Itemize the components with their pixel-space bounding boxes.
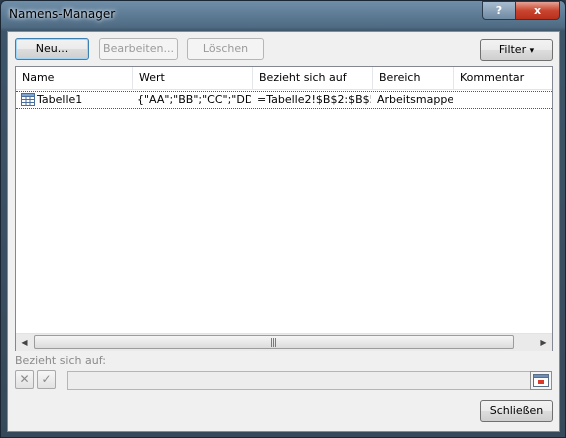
dialog-window: Namens-Manager ? x Neu... Bearbeiten... …	[0, 0, 566, 438]
close-button[interactable]: Schließen	[480, 400, 553, 422]
refers-to-input[interactable]	[67, 371, 531, 390]
row-name: Tabelle1	[37, 93, 83, 106]
refers-to-label: Bezieht sich auf:	[15, 354, 106, 367]
column-header-comment[interactable]: Kommentar	[454, 67, 552, 89]
row-refers-to: =Tabelle2!$B$2:$B$5	[257, 93, 371, 106]
table-icon	[21, 93, 35, 106]
scrollbar-thumb[interactable]: |||	[34, 335, 514, 349]
scroll-right-icon[interactable]: ▶	[535, 334, 552, 351]
column-header-name[interactable]: Name	[16, 67, 133, 89]
range-select-icon	[533, 374, 549, 390]
row-comment	[458, 92, 550, 108]
list-header: Name Wert Bezieht sich auf Bereich Komme…	[16, 67, 552, 90]
column-header-scope[interactable]: Bereich	[373, 67, 454, 89]
confirm-edit-button[interactable]: ✓	[37, 370, 56, 389]
close-icon: ✕	[19, 372, 30, 386]
cancel-edit-button[interactable]: ✕	[15, 370, 34, 389]
checkmark-icon: ✓	[41, 372, 52, 386]
window-title: Namens-Manager	[9, 7, 116, 21]
edit-button[interactable]: Bearbeiten...	[99, 38, 178, 60]
dialog-client-area: Neu... Bearbeiten... Löschen Filter ▾ Na…	[7, 31, 560, 432]
delete-button[interactable]: Löschen	[187, 38, 264, 60]
scroll-left-icon[interactable]: ◀	[16, 334, 33, 351]
column-header-value[interactable]: Wert	[133, 67, 253, 89]
filter-button[interactable]: Filter ▾	[480, 39, 553, 61]
help-button[interactable]: ?	[482, 1, 516, 20]
horizontal-scrollbar[interactable]: ◀ ||| ▶	[16, 333, 552, 351]
row-value: {"AA";"BB";"CC";"DD"}	[137, 93, 251, 106]
scrollbar-grip-icon: |||	[270, 338, 277, 348]
close-window-button[interactable]: x	[515, 1, 560, 20]
collapse-dialog-button[interactable]	[530, 371, 552, 390]
filter-button-label: Filter	[498, 43, 527, 56]
table-row[interactable]: Tabelle1 {"AA";"BB";"CC";"DD"} =Tabelle2…	[16, 91, 552, 109]
chevron-down-icon: ▾	[529, 46, 535, 56]
column-header-refers-to[interactable]: Bezieht sich auf	[253, 67, 373, 89]
names-list[interactable]: Name Wert Bezieht sich auf Bereich Komme…	[15, 66, 553, 351]
new-button-label: Neu...	[35, 42, 69, 55]
new-button[interactable]: Neu...	[15, 38, 89, 60]
row-scope: Arbeitsmappe	[377, 93, 453, 106]
